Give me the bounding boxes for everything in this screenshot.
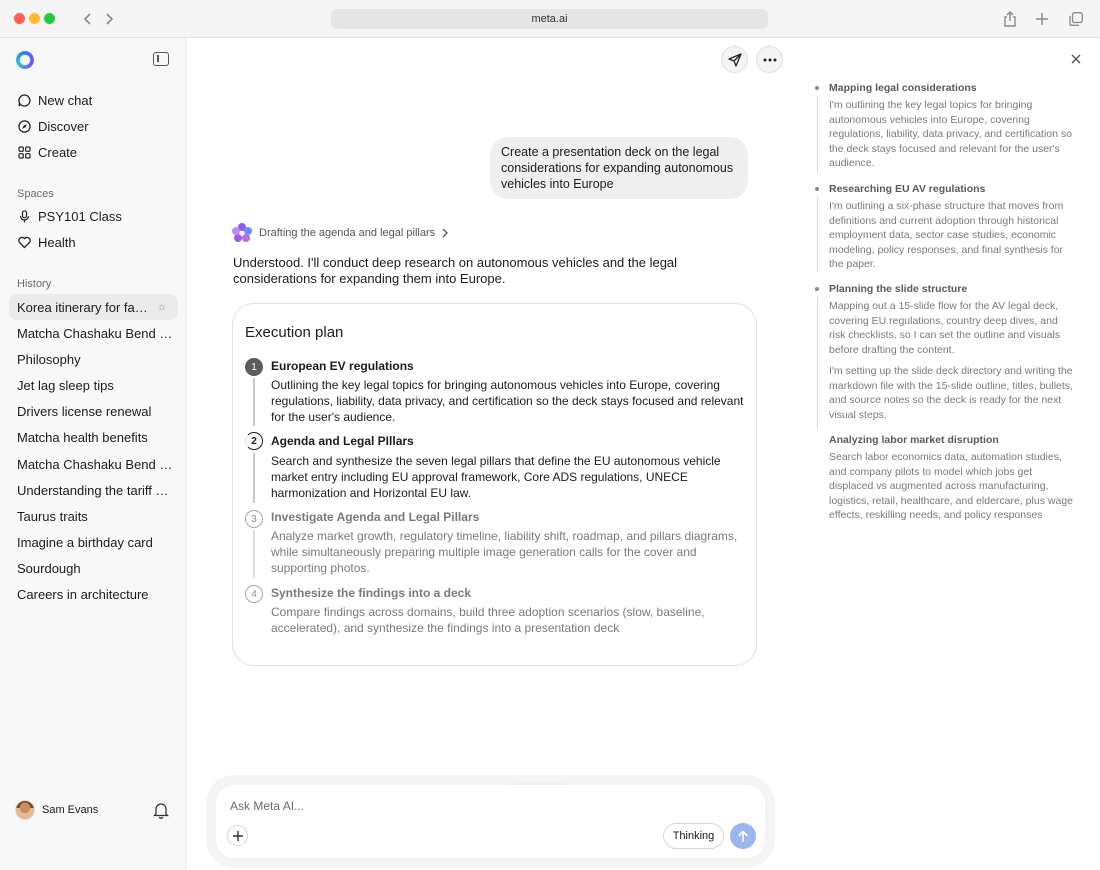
activity-title: Mapping legal considerations — [829, 82, 977, 94]
user-message: Create a presentation deck on the legal … — [490, 137, 748, 199]
chat-bubble-icon — [17, 93, 31, 107]
activity-description: Search labor economics data, automation … — [829, 451, 1073, 521]
activity-title: Analyzing labor market disruption — [829, 434, 999, 446]
url-text: meta.ai — [531, 13, 568, 25]
history-item[interactable]: Taurus traits — [17, 509, 173, 524]
ask-input[interactable] — [230, 797, 730, 815]
browser-toolbar: meta.ai — [0, 0, 1100, 38]
nav-new-chat[interactable]: New chat — [17, 90, 92, 110]
history-item[interactable]: Drivers license renewal — [17, 404, 173, 419]
thinking-toggle-button[interactable]: Thinking — [663, 823, 724, 849]
history-item[interactable]: Philosophy — [17, 352, 173, 367]
step-title: Synthesize the findings into a deck — [271, 586, 472, 600]
step-connector — [253, 378, 255, 426]
step-number-1: 1 — [245, 358, 263, 376]
nav-discover[interactable]: Discover — [17, 116, 89, 136]
history-item[interactable]: Imagine a birthday card — [17, 535, 173, 550]
new-tab-icon[interactable] — [1031, 8, 1053, 30]
back-arrow-icon[interactable] — [77, 8, 99, 30]
execution-plan-card: Execution plan 1 European EV regulations… — [232, 303, 757, 666]
step-connector — [253, 453, 255, 503]
meta-ai-logo-icon[interactable] — [16, 51, 34, 69]
step-title: Agenda and Legal PIllars — [271, 434, 414, 448]
step-number-2: 2 — [245, 432, 263, 450]
meta-ai-flower-icon — [232, 223, 252, 243]
step-number-4: 4 — [245, 585, 263, 603]
history-item[interactable]: Matcha Chashaku Bend Purpose — [17, 457, 173, 472]
share-chat-button[interactable] — [721, 46, 748, 73]
activity-description: I'm outlining a six-phase structure that… — [829, 200, 1064, 270]
activity-bullet — [815, 287, 819, 291]
close-window-button[interactable] — [14, 13, 25, 24]
status-text: Drafting the agenda and legal pillars — [259, 227, 436, 239]
nav-create[interactable]: Create — [17, 142, 77, 162]
forward-arrow-icon[interactable] — [98, 8, 120, 30]
activity-bullet — [815, 86, 819, 90]
space-psy101[interactable]: PSY101 Class — [17, 206, 122, 226]
nav-label: New chat — [38, 92, 93, 108]
loading-spinner-icon: ☼ — [157, 301, 168, 313]
assistant-answer: Understood. I'll conduct deep research o… — [233, 255, 678, 286]
space-health[interactable]: Health — [17, 232, 76, 252]
space-label: Health — [38, 234, 76, 250]
history-item[interactable]: Matcha health benefits — [17, 430, 173, 445]
activity-description: I'm setting up the slide deck directory … — [829, 365, 1073, 421]
heart-icon — [17, 235, 31, 249]
step-number-3: 3 — [245, 510, 263, 528]
user-name[interactable]: Sam Evans — [42, 804, 98, 816]
avatar[interactable] — [15, 800, 35, 820]
add-attachment-button[interactable] — [227, 825, 248, 846]
activity-rail — [816, 96, 818, 172]
maximize-window-button[interactable] — [44, 13, 55, 24]
thinking-status[interactable]: Drafting the agenda and legal pillars — [232, 223, 450, 243]
plus-icon — [232, 830, 243, 841]
step-description: Outlining the key legal topics for bring… — [271, 378, 744, 424]
step-description: Compare findings across domains, build t… — [271, 605, 705, 635]
compass-icon — [17, 119, 31, 133]
minimize-window-button[interactable] — [29, 13, 40, 24]
step-title: European EV regulations — [271, 359, 414, 373]
step-description: Search and synthesize the seven legal pi… — [271, 454, 721, 500]
bell-icon[interactable] — [152, 801, 170, 819]
activity-rail — [816, 297, 818, 429]
address-bar[interactable]: meta.ai — [331, 9, 768, 29]
sidebar: New chat Discover Create Spaces PSY101 C… — [0, 38, 186, 870]
spaces-heading: Spaces — [17, 188, 54, 200]
send-plane-icon — [727, 52, 742, 67]
message-composer: Thinking — [216, 785, 765, 858]
nav-label: Discover — [38, 118, 89, 134]
more-dots-icon — [763, 58, 776, 61]
history-item[interactable]: Matcha Chashaku Bend Purpose — [17, 326, 173, 341]
activity-title: Researching EU AV regulations — [829, 183, 986, 195]
history-item[interactable]: Understanding the tariff situation — [17, 483, 173, 498]
history-heading: History — [17, 278, 52, 290]
tab-overview-icon[interactable] — [1065, 8, 1087, 30]
step-description: Analyze market growth, regulatory timeli… — [271, 529, 738, 575]
history-item[interactable]: Careers in architecture — [17, 587, 173, 602]
step-connector — [253, 530, 255, 578]
microphone-icon — [17, 209, 31, 223]
step-title: Investigate Agenda and Legal Pillars — [271, 510, 480, 524]
space-label: PSY101 Class — [38, 208, 122, 224]
activity-bullet — [815, 187, 819, 191]
more-options-button[interactable] — [756, 46, 783, 73]
share-icon[interactable] — [999, 8, 1021, 30]
nav-label: Create — [38, 144, 78, 160]
chevron-right-icon — [442, 228, 449, 238]
send-button[interactable] — [730, 823, 756, 849]
activity-rail — [816, 197, 818, 272]
grid-icon — [17, 145, 31, 159]
history-item[interactable]: Korea itinerary for family — [17, 300, 153, 315]
history-item[interactable]: Jet lag sleep tips — [17, 378, 173, 393]
activity-description: I'm outlining the key legal topics for b… — [829, 99, 1072, 169]
close-panel-icon[interactable] — [1069, 52, 1083, 66]
history-item[interactable]: Sourdough — [17, 561, 173, 576]
arrow-up-icon — [737, 829, 749, 842]
thinking-label: Thinking — [672, 830, 715, 842]
activity-title: Planning the slide structure — [829, 283, 968, 295]
activity-description: Mapping out a 15-slide flow for the AV l… — [829, 300, 1061, 356]
sidebar-toggle-icon[interactable] — [153, 52, 169, 66]
plan-title: Execution plan — [245, 324, 344, 341]
